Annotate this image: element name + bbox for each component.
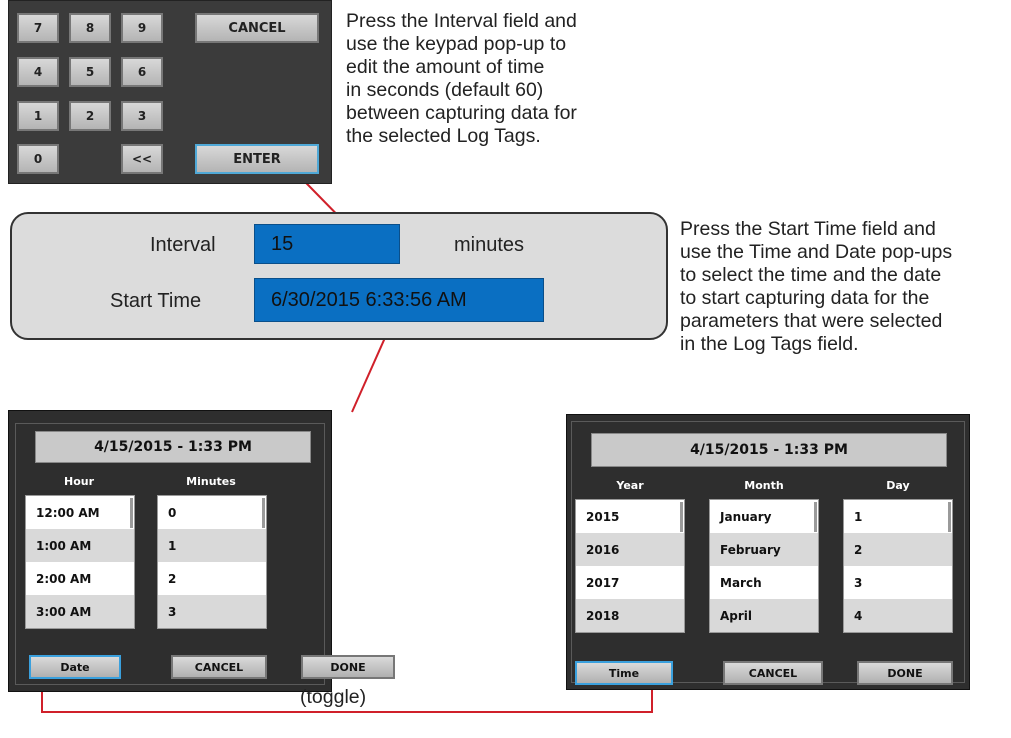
day-list[interactable]: 1 2 3 4	[843, 499, 953, 633]
minutes-scrollbar[interactable]	[262, 498, 265, 528]
year-column-header: Year	[616, 479, 644, 492]
hour-column-header: Hour	[63, 475, 95, 488]
list-item[interactable]: 1:00 AM	[26, 529, 134, 562]
list-item[interactable]: 3	[158, 595, 266, 628]
interval-instructions: Press the Interval field and use the key…	[346, 10, 666, 148]
toggle-label: (toggle)	[300, 686, 367, 708]
time-done-button[interactable]: DONE	[301, 655, 395, 679]
month-scrollbar[interactable]	[814, 502, 817, 532]
note-line: use the Time and Date pop-ups	[680, 241, 953, 263]
interval-field[interactable]: 15	[254, 224, 400, 264]
time-dialog-title: 4/15/2015 - 1:33 PM	[35, 431, 311, 463]
key-4[interactable]: 4	[17, 57, 59, 87]
list-item[interactable]: 1	[158, 529, 266, 562]
list-item[interactable]: 2016	[576, 533, 684, 566]
start-time-field[interactable]: 6/30/2015 6:33:56 AM	[254, 278, 544, 322]
hour-scrollbar[interactable]	[130, 498, 133, 528]
key-1[interactable]: 1	[17, 101, 59, 131]
date-toggle-button[interactable]: Date	[29, 655, 121, 679]
list-item[interactable]: April	[710, 599, 818, 632]
note-line: Press the Start Time field and	[680, 218, 936, 240]
key-5[interactable]: 5	[69, 57, 111, 87]
list-item[interactable]: 12:00 AM	[26, 496, 134, 529]
minutes-column-header: Minutes	[186, 475, 236, 488]
key-backspace[interactable]: <<	[121, 144, 163, 174]
day-scrollbar[interactable]	[948, 502, 951, 532]
minutes-list[interactable]: 0 1 2 3	[157, 495, 267, 629]
keypad-popup: 7 8 9 CANCEL 4 5 6 1 2 3 0 << ENTER	[8, 0, 332, 184]
month-list[interactable]: January February March April	[709, 499, 819, 633]
time-toggle-button[interactable]: Time	[575, 661, 673, 685]
list-item[interactable]: 2018	[576, 599, 684, 632]
month-column-header: Month	[744, 479, 784, 492]
note-line: between capturing data for	[346, 102, 577, 124]
list-item[interactable]: 3	[844, 566, 952, 599]
year-scrollbar[interactable]	[680, 502, 683, 532]
key-8[interactable]: 8	[69, 13, 111, 43]
note-line: edit the amount of time	[346, 56, 545, 78]
date-dialog-title: 4/15/2015 - 1:33 PM	[591, 433, 947, 467]
note-line: to start capturing data for the	[680, 287, 930, 309]
key-2[interactable]: 2	[69, 101, 111, 131]
year-list[interactable]: 2015 2016 2017 2018	[575, 499, 685, 633]
interval-unit-label: minutes	[454, 234, 525, 256]
list-item[interactable]: February	[710, 533, 818, 566]
note-line: the selected Log Tags.	[346, 125, 541, 147]
note-line: in the Log Tags field.	[680, 333, 859, 355]
list-item[interactable]: 2	[844, 533, 952, 566]
start-time-instructions: Press the Start Time field and use the T…	[680, 218, 1005, 356]
time-cancel-button[interactable]: CANCEL	[171, 655, 267, 679]
key-7[interactable]: 7	[17, 13, 59, 43]
day-column-header: Day	[886, 479, 910, 492]
date-done-button[interactable]: DONE	[857, 661, 953, 685]
list-item[interactable]: 2	[158, 562, 266, 595]
note-line: to select the time and the date	[680, 264, 942, 286]
time-picker-dialog: 4/15/2015 - 1:33 PM Hour Minutes 12:00 A…	[8, 410, 395, 692]
list-item[interactable]: 0	[158, 496, 266, 529]
list-item[interactable]: 3:00 AM	[26, 595, 134, 628]
start-time-label: Start Time	[110, 290, 202, 312]
date-picker-dialog: 4/15/2015 - 1:33 PM Year Month Day 2015 …	[566, 414, 970, 690]
keypad-enter-button[interactable]: ENTER	[195, 144, 319, 174]
interval-label: Interval	[150, 234, 216, 256]
list-item[interactable]: January	[710, 500, 818, 533]
list-item[interactable]: 2015	[576, 500, 684, 533]
list-item[interactable]: March	[710, 566, 818, 599]
key-0[interactable]: 0	[17, 144, 59, 174]
key-9[interactable]: 9	[121, 13, 163, 43]
note-line: parameters that were selected	[680, 310, 943, 332]
list-item[interactable]: 4	[844, 599, 952, 632]
list-item[interactable]: 2:00 AM	[26, 562, 134, 595]
key-6[interactable]: 6	[121, 57, 163, 87]
note-line: Press the Interval field and	[346, 10, 577, 32]
keypad-cancel-button[interactable]: CANCEL	[195, 13, 319, 43]
list-item[interactable]: 1	[844, 500, 952, 533]
logging-fields-panel: Interval 15 minutes Start Time 6/30/2015…	[10, 212, 668, 340]
list-item[interactable]: 2017	[576, 566, 684, 599]
key-3[interactable]: 3	[121, 101, 163, 131]
hour-list[interactable]: 12:00 AM 1:00 AM 2:00 AM 3:00 AM	[25, 495, 135, 629]
note-line: in seconds (default 60)	[346, 79, 544, 101]
note-line: use the keypad pop-up to	[346, 33, 567, 55]
date-cancel-button[interactable]: CANCEL	[723, 661, 823, 685]
